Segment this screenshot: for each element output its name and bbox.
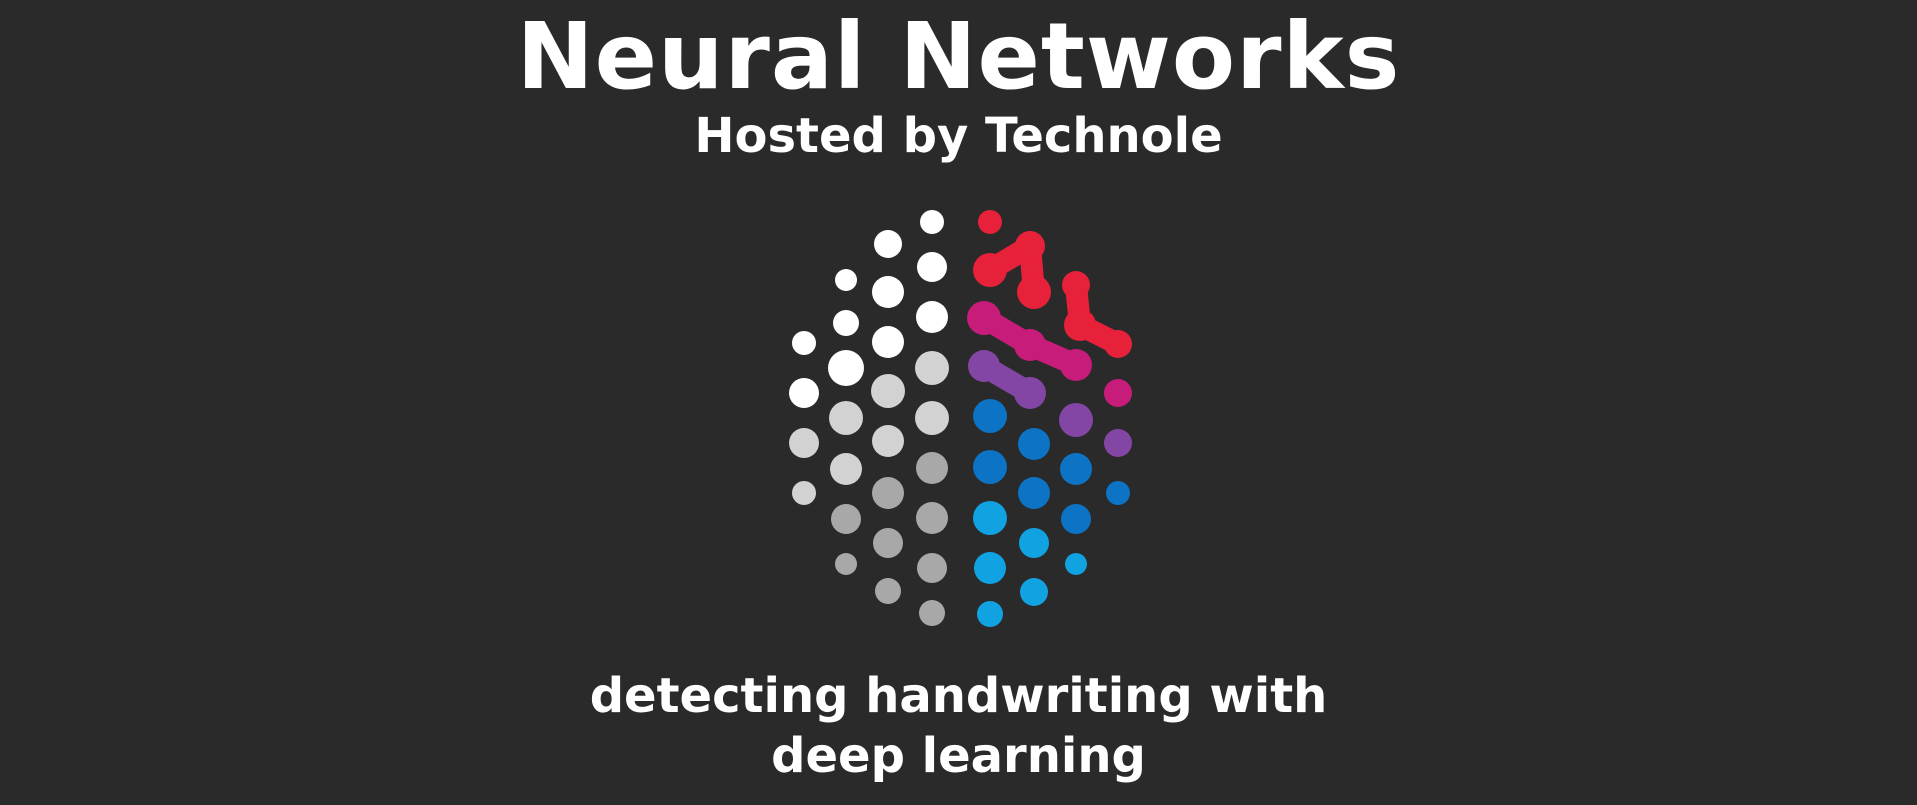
logo-dot: [1017, 275, 1051, 309]
logo-dot: [872, 477, 904, 509]
logo-dot: [831, 504, 861, 534]
logo-dot: [917, 252, 947, 282]
logo-dot: [792, 481, 816, 505]
logo-dot: [974, 552, 1006, 584]
logo-dot: [1065, 553, 1087, 575]
logo-dot: [1018, 477, 1050, 509]
logo-dot: [829, 401, 863, 435]
logo-dot: [835, 553, 857, 575]
logo-dot: [872, 425, 904, 457]
logo-dot: [1019, 528, 1049, 558]
logo-dot: [973, 399, 1007, 433]
logo-dot: [973, 450, 1007, 484]
tagline: detecting handwriting with deep learning: [0, 666, 1917, 786]
logo-dot: [1060, 349, 1092, 381]
logo-dot: [789, 428, 819, 458]
logo-dot: [1104, 429, 1132, 457]
logo-dot: [873, 528, 903, 558]
logo-dot: [871, 374, 905, 408]
logo-dot: [833, 310, 859, 336]
logo-dot: [1061, 504, 1091, 534]
logo-right-hemisphere: [967, 210, 1132, 627]
logo-dot: [916, 301, 948, 333]
logo-dot: [973, 501, 1007, 535]
logo-dot: [789, 378, 819, 408]
logo-dot: [1106, 481, 1130, 505]
logo-dot: [835, 269, 857, 291]
logo-dot: [792, 331, 816, 355]
logo-dot: [874, 230, 902, 258]
logo-dot: [919, 600, 945, 626]
logo-dot: [978, 210, 1002, 234]
logo-dot: [828, 350, 864, 386]
tagline-line-1: detecting handwriting with: [589, 668, 1328, 724]
logo-dot: [973, 253, 1007, 287]
logo-dot: [917, 553, 947, 583]
logo-dot: [872, 326, 904, 358]
logo-left-hemisphere: [789, 210, 949, 626]
logo-dot: [1015, 231, 1045, 261]
logo-dot: [1020, 578, 1048, 606]
logo-dot: [1014, 329, 1046, 361]
logo-dot: [968, 350, 1000, 382]
logo-dot: [920, 210, 944, 234]
logo-dot: [1059, 403, 1093, 437]
logo-dot: [1060, 453, 1092, 485]
logo-dot: [967, 301, 1001, 335]
logo-dot: [915, 351, 949, 385]
logo-dot: [915, 401, 949, 435]
logo-dot: [1064, 309, 1096, 341]
logo-dot: [875, 578, 901, 604]
logo-dot: [1018, 428, 1050, 460]
logo-dot: [1014, 377, 1046, 409]
logo-dot: [1062, 271, 1090, 299]
logo-dot: [1104, 379, 1132, 407]
logo-dot: [977, 601, 1003, 627]
logo-dot: [872, 276, 904, 308]
tagline-line-2: deep learning: [771, 728, 1146, 784]
logo-dot: [1104, 330, 1132, 358]
logo-dot: [916, 502, 948, 534]
logo-dot: [916, 452, 948, 484]
logo-dot: [830, 453, 862, 485]
